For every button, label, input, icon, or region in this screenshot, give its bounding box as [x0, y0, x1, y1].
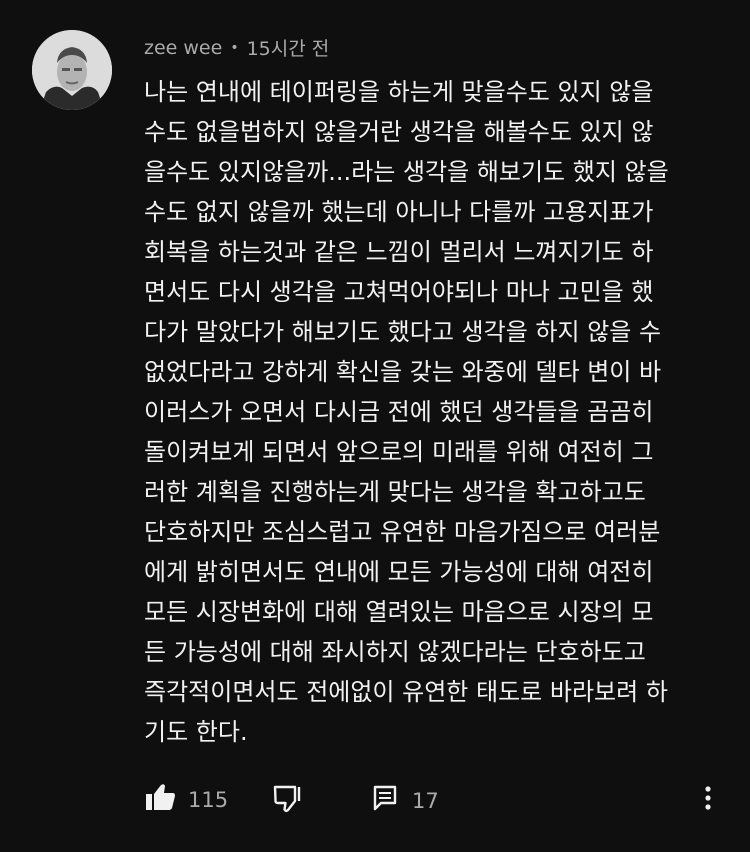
reply-button[interactable]: 17: [372, 784, 439, 817]
thumbs-down-icon: [272, 784, 304, 819]
comment-line: 러한 계획을 진행하는게 맞다는 생각을 확고하고도: [144, 478, 646, 506]
comment-line: 회복을 하는것과 같은 느낌이 멀리서 느껴지기도 하: [144, 238, 654, 266]
comment-line: 을수도 있지않을까...라는 생각을 해보기도 했지 않을: [144, 158, 669, 186]
dislike-button[interactable]: [272, 784, 304, 819]
comment-line: 나는 연내에 테이퍼링을 하는게 맞을수도 있지 않을: [144, 78, 654, 106]
author-avatar[interactable]: [32, 30, 112, 110]
reply-count: 17: [412, 788, 439, 813]
reply-icon: [372, 784, 398, 817]
like-count: 115: [188, 787, 229, 812]
avatar-photo: [32, 30, 112, 110]
more-options-button[interactable]: [704, 784, 712, 817]
comment-line: 수도 없을법하지 않을거란 생각을 해볼수도 있지 않: [144, 118, 654, 146]
comment-line: 수도 없지 않을까 했는데 아니나 다를까 고용지표가: [144, 198, 654, 226]
comment-line: 든 가능성에 대해 좌시하지 않겠다라는 단호하도고: [144, 638, 646, 666]
comment-line: 기도 한다.: [144, 718, 248, 746]
comment-line: 즉각적이면서도 전에없이 유연한 태도로 바라보려 하: [144, 678, 668, 706]
comment-line: 돌이켜보게 되면서 앞으로의 미래를 위해 여전히 그: [144, 438, 654, 466]
like-button[interactable]: 115: [144, 782, 228, 817]
author-name[interactable]: zee wee: [144, 37, 222, 59]
more-vertical-icon: [704, 784, 712, 817]
comment-text: 나는 연내에 테이퍼링을 하는게 맞을수도 있지 않을 수도 없을법하지 않을거…: [144, 72, 710, 752]
comment-header: zee wee • 15시간 전: [144, 34, 329, 61]
comment-line: 모든 시장변화에 대해 열려있는 마음으로 시장의 모: [144, 598, 654, 626]
comment-line: 없었다라고 강하게 확신을 갖는 와중에 델타 변이 바: [144, 358, 662, 386]
comment-line: 다가 말았다가 해보기도 했다고 생각을 하지 않을 수: [144, 318, 662, 346]
comment-timestamp[interactable]: 15시간 전: [247, 34, 330, 61]
comment-line: 에게 밝히면서도 연내에 모든 가능성에 대해 여전히: [144, 558, 654, 586]
comment-line: 이러스가 오면서 다시금 전에 했던 생각들을 곰곰히: [144, 398, 654, 426]
thumbs-up-icon: [144, 782, 176, 817]
meta-separator: •: [230, 39, 239, 56]
comment-line: 면서도 다시 생각을 고쳐먹어야되나 마나 고민을 했: [144, 278, 654, 306]
comment-actions: 115 17: [144, 780, 724, 816]
comment-line: 단호하지만 조심스럽고 유연한 마음가짐으로 여러분: [144, 518, 661, 546]
